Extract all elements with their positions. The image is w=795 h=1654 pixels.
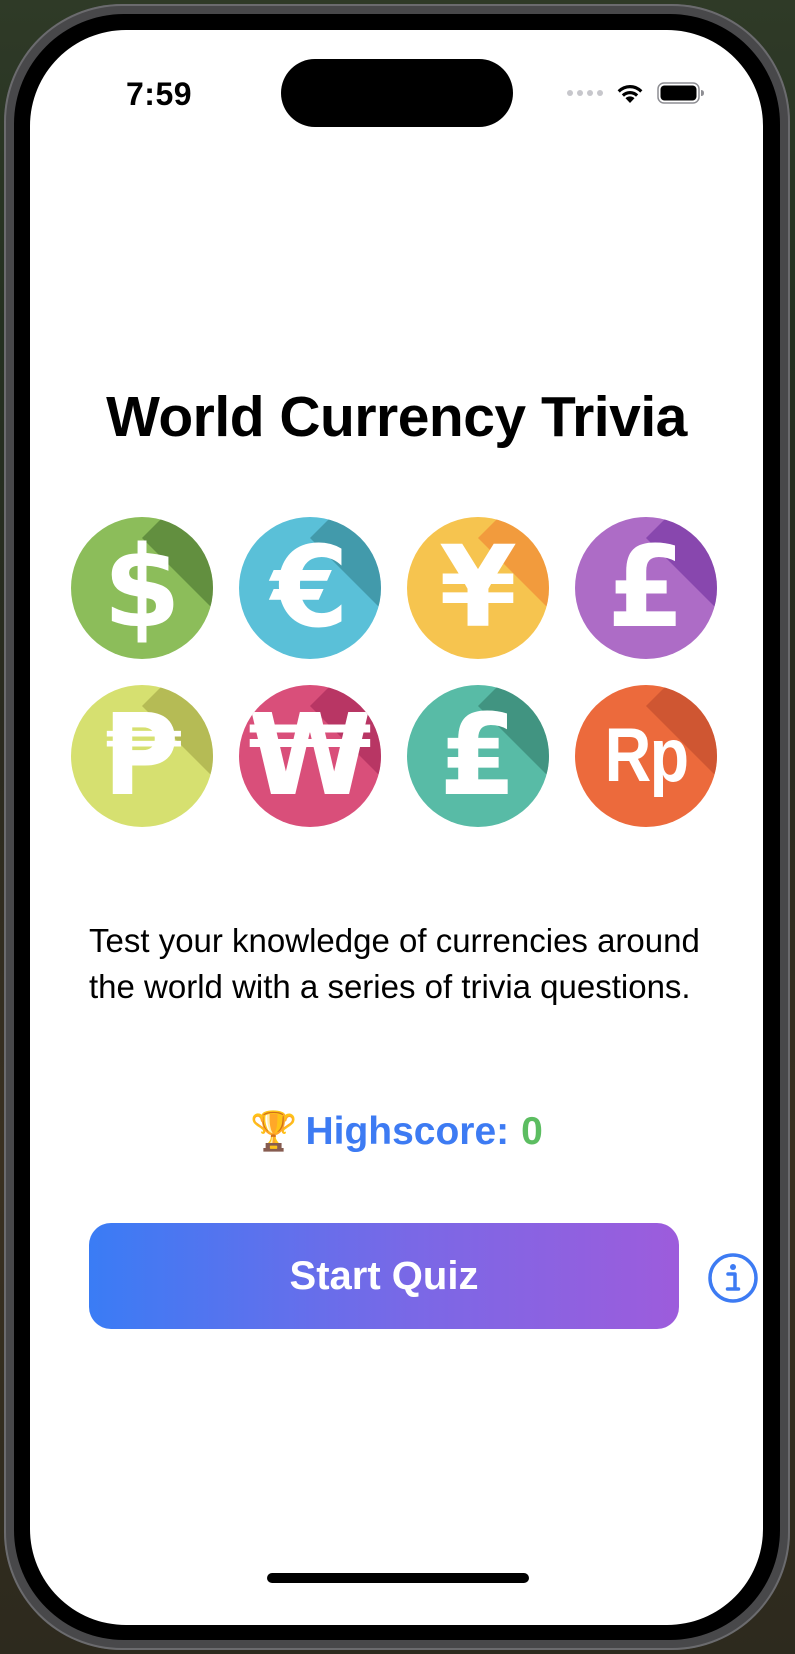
rupiah-coin-icon: Rp (575, 685, 717, 827)
app-description: Test your knowledge of currencies around… (89, 922, 700, 1005)
euro-coin-icon: € (239, 517, 381, 659)
dynamic-island (281, 59, 513, 127)
dollar-symbol: $ (103, 523, 181, 653)
yen-symbol: ¥ (439, 523, 517, 653)
page-title: World Currency Trivia (106, 385, 687, 449)
status-bar: 7:59 (30, 30, 763, 127)
rupiah-symbol: Rp (604, 713, 689, 798)
highscore-display: 🏆 Highscore: 0 (30, 1110, 763, 1154)
lira-coin-icon: ₤ (407, 685, 549, 827)
peso-symbol: ₱ (103, 691, 181, 821)
currency-icon-grid: $ € ¥ £ ₱ ₩ ₤ Rp (71, 517, 731, 827)
trophy-icon: 🏆 (250, 1111, 298, 1153)
wifi-icon (617, 84, 643, 103)
peso-coin-icon: ₱ (71, 685, 213, 827)
info-circle-icon[interactable] (707, 1252, 759, 1304)
home-indicator[interactable] (267, 1573, 529, 1583)
yen-coin-icon: ¥ (407, 517, 549, 659)
highscore-value: 0 (521, 1110, 543, 1153)
status-icons (567, 78, 705, 108)
battery-icon (657, 82, 704, 104)
won-symbol: ₩ (248, 691, 372, 821)
app-screen: 7:59 World Currency Trivia $ € ¥ £ ₱ ₩ ₤ Rp Tes… (30, 30, 763, 1625)
start-quiz-button[interactable]: Start Quiz (89, 1223, 679, 1329)
dollar-coin-icon: $ (71, 517, 213, 659)
start-quiz-label: Start Quiz (289, 1253, 479, 1298)
euro-symbol: € (271, 523, 349, 653)
status-time: 7:59 (126, 76, 193, 112)
won-coin-icon: ₩ (239, 685, 381, 827)
pound-coin-icon: £ (575, 517, 717, 659)
highscore-label: Highscore: (305, 1110, 510, 1153)
lira-symbol: ₤ (439, 691, 517, 821)
pound-symbol: £ (607, 523, 685, 653)
cellular-signal-icon (567, 90, 603, 96)
